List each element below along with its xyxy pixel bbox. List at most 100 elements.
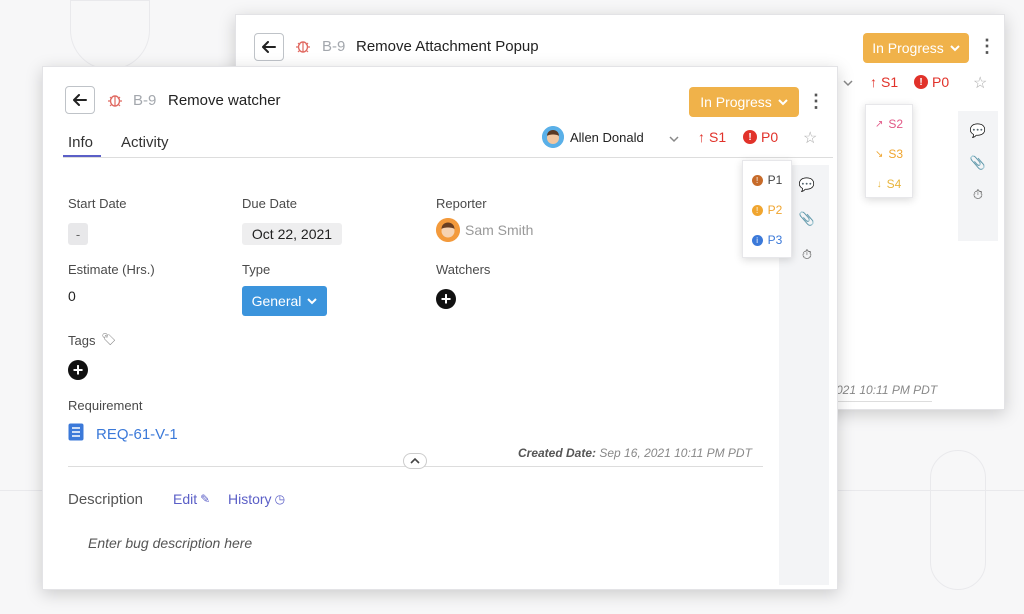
star-icon[interactable]: ☆ bbox=[803, 128, 817, 148]
history-label: History bbox=[228, 491, 272, 507]
description-placeholder[interactable]: Enter bug description here bbox=[88, 535, 252, 551]
alert-icon: ! bbox=[914, 75, 928, 89]
add-watcher-icon[interactable]: + bbox=[436, 289, 456, 309]
more-menu-icon[interactable]: ⋮ bbox=[807, 92, 825, 110]
history-link[interactable]: History ◷ bbox=[228, 491, 285, 507]
priority-p3-icon: i bbox=[751, 234, 763, 246]
arrow-left-icon bbox=[73, 94, 87, 106]
arrow-up-right-icon: ↗ bbox=[874, 118, 884, 130]
comment-icon[interactable]: 💬 bbox=[797, 175, 817, 195]
tag-icon: 🏷 bbox=[101, 332, 117, 346]
bug-title: Remove Attachment Popup bbox=[356, 38, 539, 55]
timer-icon[interactable]: ⏱ bbox=[968, 185, 988, 205]
bg-decoration bbox=[930, 450, 986, 590]
chevron-down-icon[interactable] bbox=[669, 135, 679, 143]
collapse-button[interactable] bbox=[403, 453, 427, 469]
arrow-up-icon: ↑ bbox=[698, 129, 705, 145]
severity-indicator[interactable]: ↑ S1 bbox=[698, 129, 726, 145]
arrow-down-icon: ↓ bbox=[876, 178, 882, 190]
paperclip-icon[interactable]: 📎 bbox=[968, 153, 988, 173]
divider bbox=[832, 401, 932, 402]
priority-dropdown: ! P1 ! P2 i P3 bbox=[742, 160, 792, 258]
paperclip-icon[interactable]: 📎 bbox=[797, 209, 817, 229]
alert-icon: ! bbox=[743, 130, 757, 144]
created-date-label: Created Date: bbox=[518, 446, 597, 460]
priority-option[interactable]: ! P2 bbox=[743, 197, 791, 223]
tab-activity[interactable]: Activity bbox=[121, 134, 169, 151]
priority-p1-icon: ! bbox=[751, 174, 763, 186]
severity-label: S1 bbox=[709, 129, 727, 145]
start-date-label: Start Date bbox=[68, 196, 127, 211]
arrow-down-right-icon: ↘ bbox=[874, 148, 884, 160]
created-date: Created Date: Sep 16, 2021 10:11 PM PDT bbox=[518, 446, 752, 460]
estimate-label: Estimate (Hrs.) bbox=[68, 262, 155, 277]
status-label: In Progress bbox=[872, 40, 944, 56]
priority-indicator[interactable]: ! P0 bbox=[914, 74, 949, 90]
due-date-field[interactable]: Oct 22, 2021 bbox=[242, 223, 342, 245]
severity-indicator[interactable]: ↑ S1 bbox=[870, 74, 898, 90]
requirement-label: Requirement bbox=[68, 398, 143, 413]
timer-icon[interactable]: ⏱ bbox=[797, 245, 817, 265]
severity-label: S1 bbox=[881, 74, 899, 90]
watchers-label: Watchers bbox=[436, 262, 491, 277]
add-tag-icon[interactable]: + bbox=[68, 360, 88, 380]
created-date-value: Sep 16, 2021 10:11 PM PDT bbox=[599, 446, 752, 460]
pencil-icon: ✎ bbox=[200, 492, 211, 506]
status-dropdown[interactable]: In Progress bbox=[863, 33, 969, 63]
comment-icon[interactable]: 💬 bbox=[968, 121, 988, 141]
bug-icon bbox=[294, 37, 312, 55]
priority-label: P0 bbox=[932, 74, 950, 90]
more-menu-icon[interactable]: ⋮ bbox=[978, 37, 996, 55]
reporter-value: Sam Smith bbox=[465, 222, 534, 238]
start-date-field[interactable]: - bbox=[68, 223, 88, 245]
history-clock-icon: ◷ bbox=[274, 492, 286, 506]
start-date-value: - bbox=[75, 226, 81, 242]
tags-label: Tags bbox=[68, 333, 96, 348]
avatar bbox=[542, 126, 564, 148]
bug-icon bbox=[106, 91, 124, 109]
due-date-value: Oct 22, 2021 bbox=[251, 226, 333, 242]
status-dropdown[interactable]: In Progress bbox=[689, 87, 799, 117]
bug-id: B-9 bbox=[322, 38, 346, 55]
side-actions: 💬 📎 ⏱ bbox=[958, 111, 998, 241]
status-label: In Progress bbox=[700, 94, 772, 110]
priority-option[interactable]: i P3 bbox=[743, 227, 791, 253]
description-label: Description bbox=[68, 491, 144, 508]
chevron-down-icon bbox=[307, 298, 318, 305]
arrow-left-icon bbox=[262, 41, 276, 53]
chevron-down-icon bbox=[778, 99, 788, 106]
tabs-divider bbox=[63, 157, 833, 158]
assignee-name[interactable]: Allen Donald bbox=[570, 130, 644, 145]
severity-option[interactable]: ↗ S2 bbox=[866, 111, 912, 137]
bug-id: B-9 bbox=[133, 92, 157, 109]
back-button[interactable] bbox=[65, 86, 95, 114]
estimate-value[interactable]: 0 bbox=[68, 288, 76, 304]
arrow-up-icon: ↑ bbox=[870, 74, 877, 90]
edit-description-link[interactable]: Edit ✎ bbox=[173, 491, 210, 507]
bg-decoration bbox=[70, 0, 150, 70]
priority-label: P0 bbox=[761, 129, 779, 145]
chevron-up-icon bbox=[410, 457, 420, 464]
chevron-down-icon[interactable] bbox=[843, 79, 853, 87]
edit-label: Edit bbox=[173, 491, 198, 507]
severity-dropdown: ↗ S2 ↘ S3 ↓ S4 bbox=[865, 104, 913, 198]
type-value: General bbox=[251, 293, 302, 309]
priority-indicator[interactable]: ! P0 bbox=[743, 129, 778, 145]
type-label: Type bbox=[242, 262, 271, 277]
severity-option[interactable]: ↓ S4 bbox=[866, 171, 912, 197]
priority-option[interactable]: ! P1 bbox=[743, 167, 791, 193]
chevron-down-icon bbox=[950, 45, 960, 52]
bug-title: Remove watcher bbox=[168, 92, 281, 109]
back-button[interactable] bbox=[254, 33, 284, 61]
reporter-label: Reporter bbox=[436, 196, 487, 211]
front-bug-card: B-9 Remove watcher In Progress ⋮ Info Ac… bbox=[42, 66, 838, 590]
star-icon[interactable]: ☆ bbox=[973, 73, 987, 93]
type-dropdown[interactable]: General bbox=[242, 286, 327, 316]
tab-info[interactable]: Info bbox=[68, 134, 93, 151]
priority-p2-icon: ! bbox=[751, 204, 763, 216]
avatar bbox=[436, 218, 460, 242]
due-date-label: Due Date bbox=[242, 196, 297, 211]
document-list-icon bbox=[68, 423, 84, 441]
severity-option[interactable]: ↘ S3 bbox=[866, 141, 912, 167]
requirement-link[interactable]: REQ-61-V-1 bbox=[96, 426, 178, 443]
